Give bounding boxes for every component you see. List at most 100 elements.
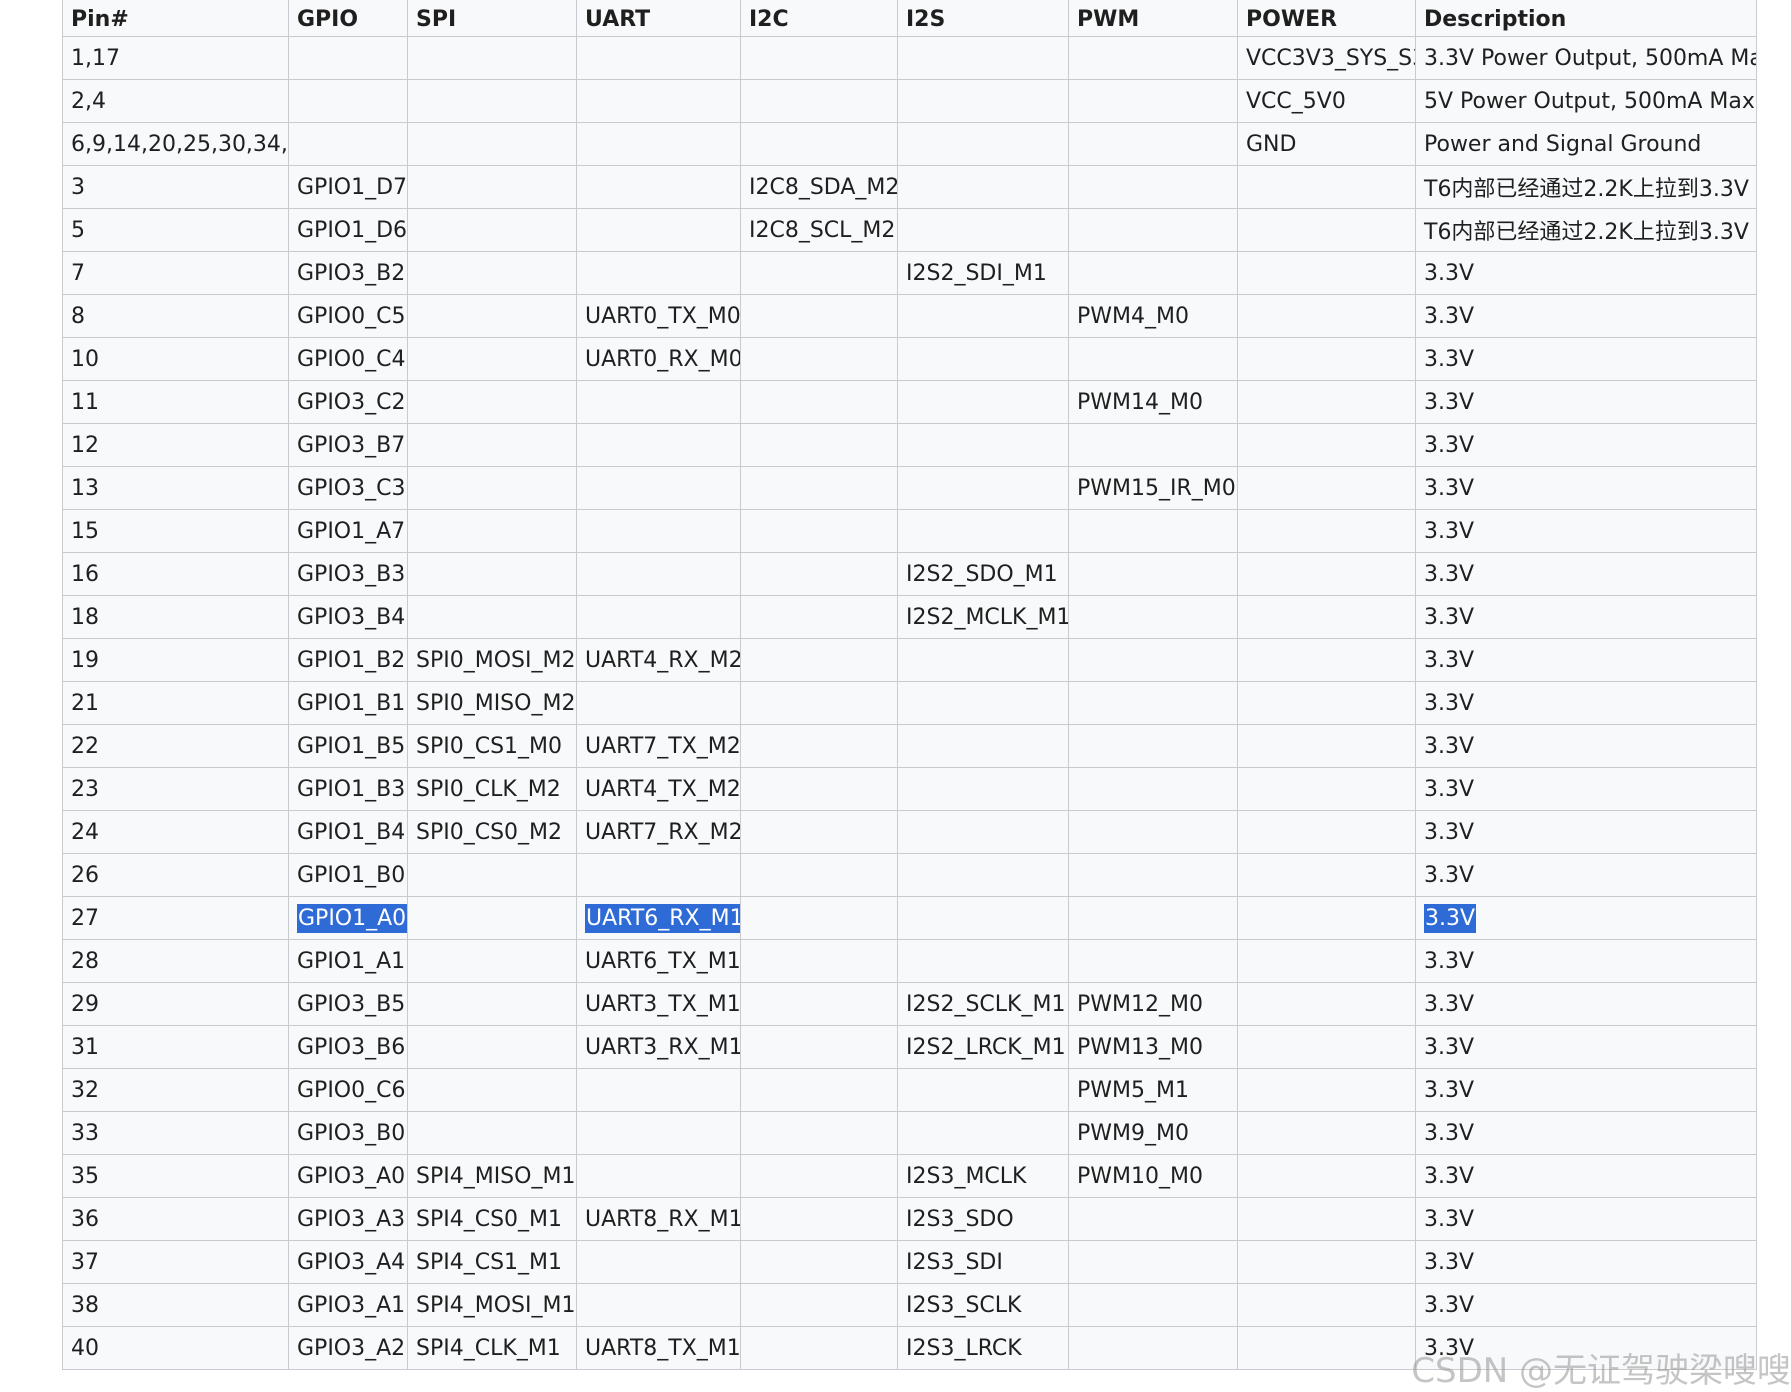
cell-pwm <box>1068 896 1238 940</box>
cell-uart <box>576 1111 741 1155</box>
pin-table-container: Pin# GPIO SPI UART I2C I2S PWM POWER Des… <box>62 0 1757 1370</box>
cell-pin: 36 <box>62 1197 289 1241</box>
header-description: Description <box>1415 0 1757 37</box>
cell-spi <box>407 380 577 424</box>
cell-pwm <box>1068 810 1238 854</box>
cell-spi: SPI0_MISO_M2 <box>407 681 577 725</box>
cell-description: 3.3V <box>1415 337 1757 381</box>
cell-description: 3.3V <box>1415 853 1757 897</box>
cell-spi <box>407 1025 577 1069</box>
cell-spi: SPI4_MOSI_M1 <box>407 1283 577 1327</box>
cell-i2c <box>740 638 898 682</box>
cell-i2s: I2S2_MCLK_M1 <box>897 595 1069 639</box>
cell-description: Power and Signal Ground <box>1415 122 1757 166</box>
cell-pin: 7 <box>62 251 289 295</box>
cell-pwm: PWM12_M0 <box>1068 982 1238 1026</box>
cell-pin: 27 <box>62 896 289 940</box>
cell-i2c <box>740 552 898 596</box>
cell-gpio: GPIO1_D6 <box>288 208 408 252</box>
header-i2c: I2C <box>740 0 898 37</box>
table-header-row: Pin# GPIO SPI UART I2C I2S PWM POWER Des… <box>62 0 1757 37</box>
cell-power <box>1237 337 1416 381</box>
cell-description: 3.3V <box>1415 681 1757 725</box>
cell-i2c <box>740 1283 898 1327</box>
cell-i2c <box>740 1240 898 1284</box>
cell-gpio: GPIO1_B0 <box>288 853 408 897</box>
cell-uart <box>576 380 741 424</box>
cell-i2c <box>740 466 898 510</box>
cell-power <box>1237 1154 1416 1198</box>
table-row: 21 GPIO1_B1 SPI0_MISO_M2 3.3V <box>62 681 1757 725</box>
table-row: 32 GPIO0_C6 PWM5_M1 3.3V <box>62 1068 1757 1112</box>
cell-spi <box>407 208 577 252</box>
cell-i2c <box>740 982 898 1026</box>
cell-power <box>1237 1240 1416 1284</box>
table-row: 37 GPIO3_A4 SPI4_CS1_M1 I2S3_SDI 3.3V <box>62 1240 1757 1284</box>
cell-i2s <box>897 509 1069 553</box>
header-gpio: GPIO <box>288 0 408 37</box>
table-row: 31 GPIO3_B6 UART3_RX_M1 I2S2_LRCK_M1 PWM13_M… <box>62 1025 1757 1069</box>
cell-pwm <box>1068 208 1238 252</box>
cell-pwm <box>1068 122 1238 166</box>
cell-pwm <box>1068 79 1238 123</box>
cell-i2s <box>897 36 1069 80</box>
cell-pin: 28 <box>62 939 289 983</box>
cell-i2s <box>897 939 1069 983</box>
cell-pwm <box>1068 1197 1238 1241</box>
cell-description: 3.3V <box>1415 939 1757 983</box>
cell-power <box>1237 810 1416 854</box>
cell-spi <box>407 1068 577 1112</box>
cell-i2c <box>740 681 898 725</box>
cell-gpio: GPIO1_B3 <box>288 767 408 811</box>
cell-i2s: I2S2_SDO_M1 <box>897 552 1069 596</box>
cell-i2c <box>740 251 898 295</box>
cell-power <box>1237 853 1416 897</box>
table-row: 35 GPIO3_A0 SPI4_MISO_M1 I2S3_MCLK PWM10_M0 3… <box>62 1154 1757 1198</box>
cell-gpio: GPIO0_C5 <box>288 294 408 338</box>
cell-spi: SPI4_CS0_M1 <box>407 1197 577 1241</box>
cell-pin: 32 <box>62 1068 289 1112</box>
cell-description: 3.3V <box>1415 595 1757 639</box>
cell-pin: 31 <box>62 1025 289 1069</box>
cell-i2s <box>897 724 1069 768</box>
cell-i2s <box>897 767 1069 811</box>
table-row: 29 GPIO3_B5 UART3_TX_M1 I2S2_SCLK_M1 PWM12_M… <box>62 982 1757 1026</box>
cell-pwm: PWM15_IR_M0 <box>1068 466 1238 510</box>
cell-pin: 2,4 <box>62 79 289 123</box>
cell-spi <box>407 337 577 381</box>
table-row: 33 GPIO3_B0 PWM9_M0 3.3V <box>62 1111 1757 1155</box>
cell-pwm: PWM10_M0 <box>1068 1154 1238 1198</box>
cell-gpio: GPIO3_B5 <box>288 982 408 1026</box>
cell-i2c <box>740 1025 898 1069</box>
cell-i2s: I2S3_SDI <box>897 1240 1069 1284</box>
cell-pwm: PWM14_M0 <box>1068 380 1238 424</box>
cell-pwm <box>1068 552 1238 596</box>
cell-power <box>1237 681 1416 725</box>
cell-pin: 10 <box>62 337 289 381</box>
header-pin: Pin# <box>62 0 289 37</box>
cell-uart <box>576 552 741 596</box>
cell-gpio: GPIO3_B0 <box>288 1111 408 1155</box>
cell-gpio: GPIO1_A1 <box>288 939 408 983</box>
cell-power <box>1237 466 1416 510</box>
table-row: 26 GPIO1_B0 3.3V <box>62 853 1757 897</box>
cell-pin: 21 <box>62 681 289 725</box>
cell-i2s <box>897 79 1069 123</box>
header-pwm: PWM <box>1068 0 1238 37</box>
cell-description: 3.3V <box>1415 380 1757 424</box>
cell-uart <box>576 1154 741 1198</box>
cell-i2s <box>897 208 1069 252</box>
cell-i2s <box>897 1111 1069 1155</box>
cell-description: 3.3V <box>1415 251 1757 295</box>
cell-pin: 37 <box>62 1240 289 1284</box>
cell-spi: SPI4_MISO_M1 <box>407 1154 577 1198</box>
cell-pin: 23 <box>62 767 289 811</box>
cell-i2s: I2S2_LRCK_M1 <box>897 1025 1069 1069</box>
table-row: 15 GPIO1_A7 3.3V <box>62 509 1757 553</box>
cell-power <box>1237 767 1416 811</box>
cell-uart <box>576 853 741 897</box>
header-i2s: I2S <box>897 0 1069 37</box>
cell-power: VCC3V3_SYS_S3 <box>1237 36 1416 80</box>
cell-pin: 24 <box>62 810 289 854</box>
cell-pwm: PWM5_M1 <box>1068 1068 1238 1112</box>
